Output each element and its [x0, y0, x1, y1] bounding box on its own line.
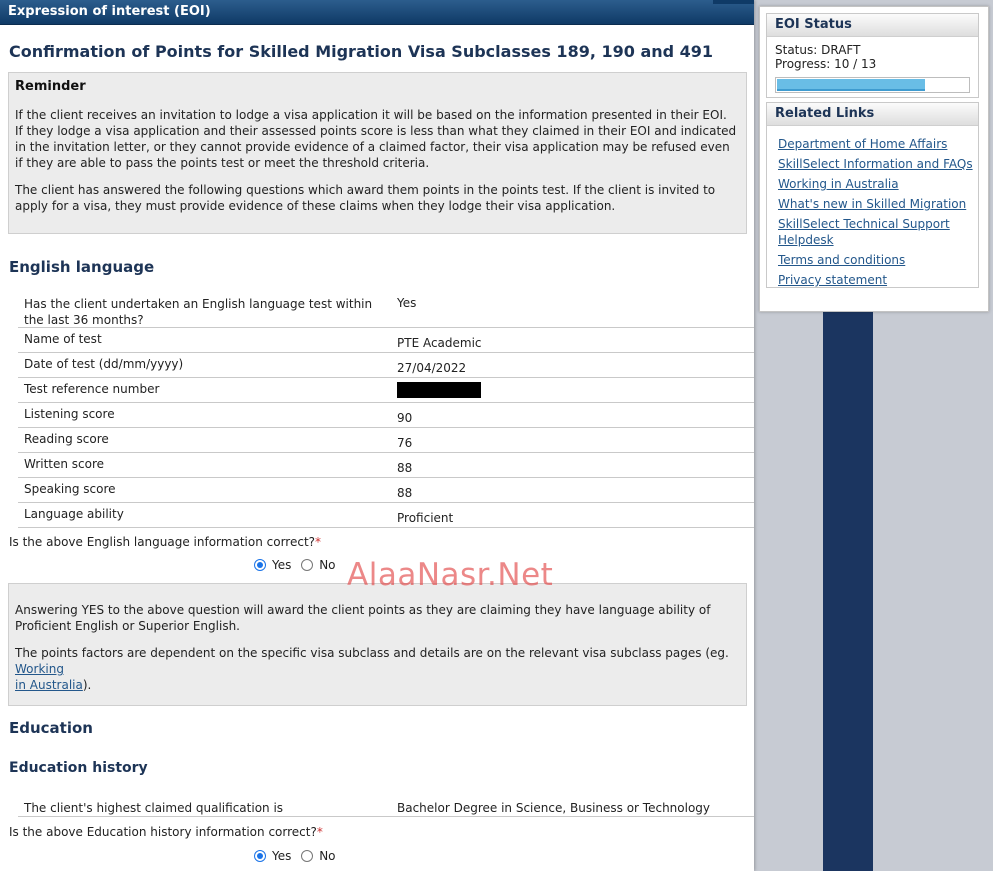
reminder-paragraph-2: The client has answered the following qu…	[15, 183, 716, 213]
required-marker: *	[316, 825, 323, 839]
info-paragraph-2: The points factors are dependent on the …	[15, 645, 735, 693]
table-row: Test reference number	[18, 378, 754, 403]
row-value: 27/04/2022	[397, 361, 467, 375]
education-table: The client's highest claimed qualificati…	[18, 800, 754, 817]
row-label: Has the client undertaken an English lan…	[24, 297, 373, 327]
progress-bar-fill	[777, 79, 926, 91]
education-no-radio[interactable]: No	[301, 849, 336, 863]
link-terms-conditions[interactable]: Terms and conditions	[778, 252, 974, 268]
title-bar-edge	[713, 0, 754, 4]
progress-bar	[775, 77, 970, 93]
link-department-home-affairs[interactable]: Department of Home Affairs	[778, 136, 974, 152]
radio-unselected-icon[interactable]	[301, 850, 314, 862]
table-row: Reading score 76	[18, 428, 754, 453]
row-label: Reading score	[24, 432, 109, 446]
eoi-status-title: EOI Status	[767, 14, 978, 37]
redacted-reference-number	[397, 382, 481, 398]
watermark-text: AlaaNasr.Net	[347, 557, 554, 593]
eoi-status-body: Status: DRAFT Progress: 10 / 13	[767, 37, 978, 97]
english-no-radio[interactable]: No	[301, 558, 336, 572]
link-technical-support[interactable]: SkillSelect Technical Support Helpdesk	[778, 216, 974, 248]
table-row: Name of test PTE Academic	[18, 328, 754, 353]
table-row: Date of test (dd/mm/yyyy) 27/04/2022	[18, 353, 754, 378]
table-row: Written score 88	[18, 453, 754, 478]
info-text: The points factors are dependent on the …	[15, 646, 729, 660]
link-skillselect-faqs[interactable]: SkillSelect Information and FAQs	[778, 156, 974, 172]
row-label: The client's highest claimed qualificati…	[24, 801, 284, 815]
question-text: Is the above English language informatio…	[9, 535, 316, 549]
english-language-table: Has the client undertaken an English lan…	[18, 294, 754, 528]
education-confirm-radio-group: Yes No	[254, 849, 342, 865]
reminder-paragraph-1: If the client receives an invitation to …	[15, 108, 737, 170]
working-in-australia-link[interactable]: Working	[15, 662, 64, 676]
row-label: Written score	[24, 457, 105, 471]
table-row: Speaking score 88	[18, 478, 754, 503]
info-paragraph-1: Answering YES to the above question will…	[15, 603, 711, 633]
english-info-box: Answering YES to the above question will…	[8, 583, 747, 706]
row-value: 76	[397, 436, 413, 450]
education-history-heading: Education history	[9, 760, 148, 776]
education-yes-radio[interactable]: Yes	[254, 849, 291, 863]
link-privacy-statement[interactable]: Privacy statement	[778, 272, 974, 288]
row-label: Speaking score	[24, 482, 116, 496]
info-text: ).	[82, 678, 92, 692]
row-label: Language ability	[24, 507, 124, 521]
question-text: Is the above Education history informati…	[9, 825, 317, 839]
education-heading: Education	[9, 719, 93, 737]
progress-text: Progress: 10 / 13	[775, 57, 877, 71]
radio-selected-icon[interactable]	[254, 850, 266, 862]
row-value: 90	[397, 411, 413, 425]
row-value: Proficient	[397, 511, 454, 525]
page-title: Confirmation of Points for Skilled Migra…	[9, 42, 714, 61]
english-yes-radio[interactable]: Yes	[254, 558, 291, 572]
education-confirm-question: Is the above Education history informati…	[9, 825, 323, 839]
background-navy-bar	[823, 310, 873, 871]
radio-unselected-icon[interactable]	[301, 559, 314, 571]
radio-selected-icon[interactable]	[254, 559, 266, 571]
row-value: Bachelor Degree in Science, Business or …	[397, 801, 711, 815]
main-content-panel: Expression of interest (EOI) Confirmatio…	[0, 0, 754, 871]
radio-label: Yes	[272, 558, 292, 572]
row-value: 88	[397, 486, 413, 500]
row-value: 88	[397, 461, 413, 475]
table-row: Listening score 90	[18, 403, 754, 428]
related-links-list: Department of Home Affairs SkillSelect I…	[767, 126, 978, 288]
row-label: Test reference number	[24, 382, 160, 396]
row-value	[391, 378, 481, 402]
row-value: PTE Academic	[397, 336, 482, 350]
window-title-bar: Expression of interest (EOI)	[0, 0, 754, 25]
window-title: Expression of interest (EOI)	[8, 4, 211, 19]
reminder-title: Reminder	[15, 79, 86, 94]
table-row: Language ability Proficient	[18, 503, 754, 528]
row-label: Name of test	[24, 332, 102, 346]
eoi-status-box: EOI Status Status: DRAFT Progress: 10 / …	[766, 13, 979, 98]
radio-label: No	[319, 558, 336, 572]
reminder-box: Reminder If the client receives an invit…	[8, 72, 747, 234]
english-confirm-radio-group: Yes No	[254, 558, 342, 574]
table-row: The client's highest claimed qualificati…	[18, 800, 754, 817]
related-links-title: Related Links	[767, 103, 978, 126]
related-links-box: Related Links Department of Home Affairs…	[766, 102, 979, 288]
row-label: Date of test (dd/mm/yyyy)	[24, 357, 184, 371]
english-confirm-question: Is the above English language informatio…	[9, 535, 321, 549]
link-whats-new[interactable]: What's new in Skilled Migration	[778, 196, 974, 212]
required-marker: *	[315, 535, 322, 549]
row-value: Yes	[397, 296, 417, 310]
row-label: Listening score	[24, 407, 115, 421]
working-in-australia-link-continued[interactable]: in Australia	[15, 678, 83, 692]
english-language-heading: English language	[9, 258, 155, 276]
link-working-in-australia[interactable]: Working in Australia	[778, 176, 974, 192]
table-row: Has the client undertaken an English lan…	[18, 294, 754, 328]
radio-label: No	[319, 849, 336, 863]
sidebar-panel: EOI Status Status: DRAFT Progress: 10 / …	[759, 6, 989, 312]
radio-label: Yes	[272, 849, 292, 863]
status-text: Status: DRAFT	[775, 43, 861, 57]
